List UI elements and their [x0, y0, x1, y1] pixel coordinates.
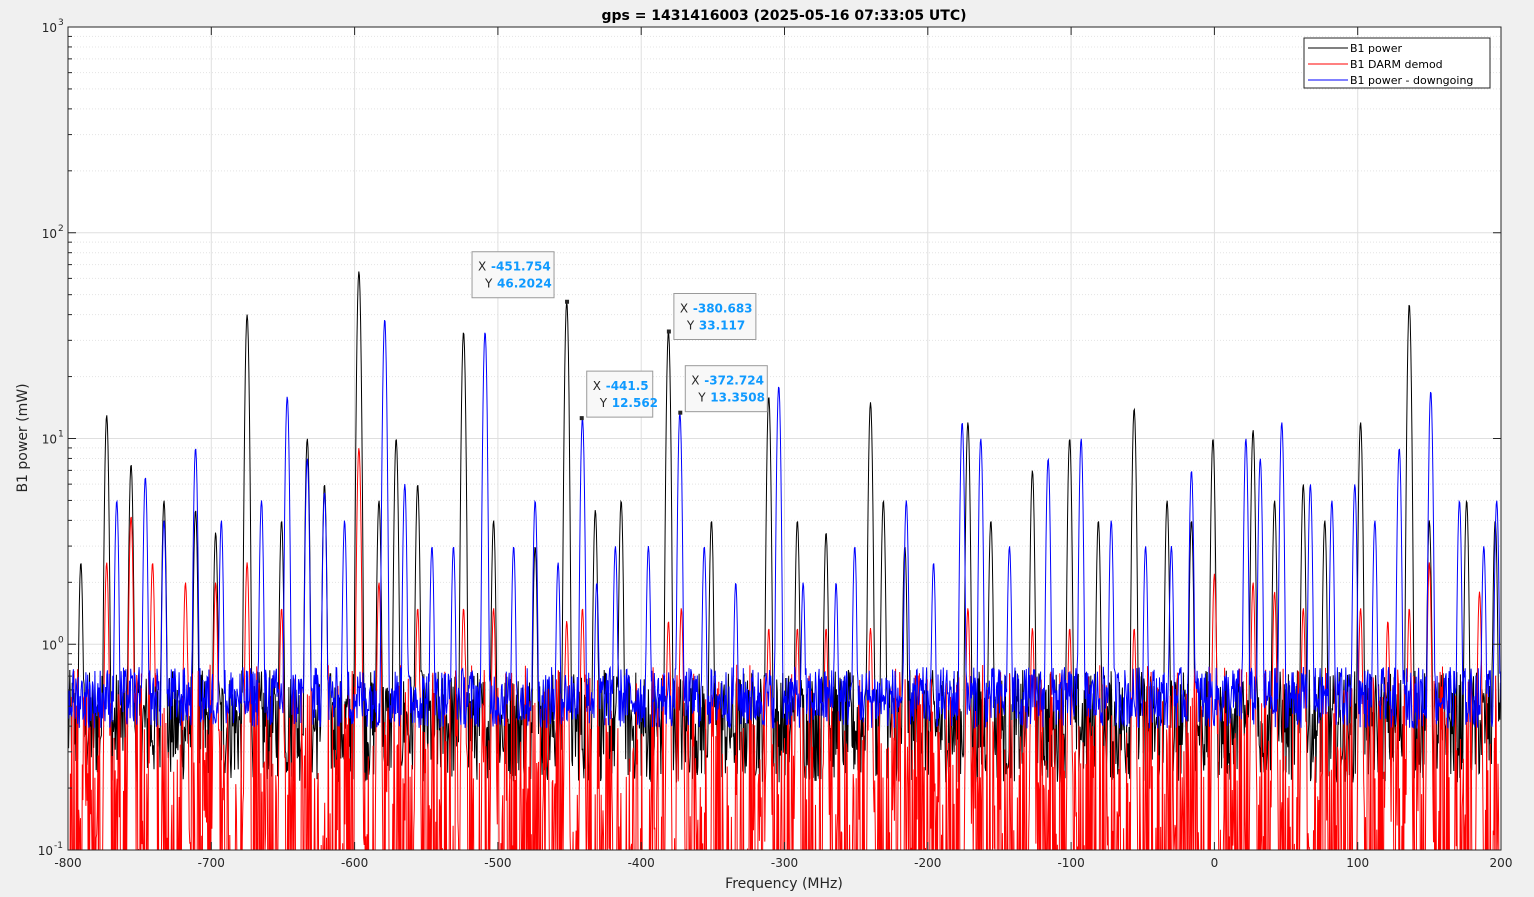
datatip-marker	[666, 329, 671, 334]
chart-title: gps = 1431416003 (2025-05-16 07:33:05 UT…	[601, 8, 966, 24]
datatip-y-value: 13.3508	[710, 391, 765, 405]
datatip-y-label: Y	[697, 391, 706, 405]
datatip-y-label: Y	[599, 396, 608, 410]
datatip-marker	[579, 416, 584, 421]
legend-label: B1 DARM demod	[1350, 58, 1443, 71]
datatip-y-value: 33.117	[699, 318, 745, 332]
datatip-box	[684, 365, 768, 413]
datatip[interactable]: X -441.5 Y 12.562	[579, 370, 658, 421]
x-tick-label: -200	[914, 856, 941, 870]
x-axis-label: Frequency (MHz)	[725, 876, 843, 892]
y-tick-label: 10	[38, 844, 53, 858]
legend-label: B1 power - downgoing	[1350, 74, 1473, 87]
x-tick-label: 100	[1346, 856, 1369, 870]
datatip-x-label: X	[478, 260, 486, 274]
x-tick-label: -400	[628, 856, 655, 870]
datatip-y-value: 12.562	[612, 396, 658, 410]
datatip-y-label: Y	[484, 277, 493, 291]
x-tick-label: 200	[1490, 856, 1513, 870]
y-tick-label: 10	[42, 638, 57, 652]
datatip-box	[673, 292, 757, 340]
datatip[interactable]: X -372.724 Y 13.3508	[678, 365, 768, 415]
x-tick-label: -800	[54, 856, 81, 870]
datatip-box	[586, 370, 654, 418]
datatip-x-value: -372.724	[704, 374, 764, 388]
y-tick-exponent: 2	[58, 224, 64, 234]
y-tick-label: 10	[42, 227, 57, 241]
x-tick-label: -100	[1057, 856, 1084, 870]
datatip[interactable]: X -380.683 Y 33.117	[666, 292, 757, 340]
y-tick-label: 10	[42, 21, 57, 35]
datatip-y-label: Y	[686, 318, 695, 332]
datatip-box	[471, 251, 555, 299]
y-tick-exponent: 1	[58, 430, 64, 440]
x-tick-label: -700	[198, 856, 225, 870]
figure: -800 -700 -600 -500 -400 -300 -200 -100 0 100 200 …	[0, 0, 1534, 897]
y-axis-label: B1 power (mW)	[15, 383, 31, 492]
x-tick-label: 0	[1211, 856, 1219, 870]
y-tick-label: 10	[42, 433, 57, 447]
datatip-x-label: X	[593, 379, 601, 393]
datatip-x-value: -441.5	[606, 379, 649, 393]
x-tick-label: -500	[484, 856, 511, 870]
datatip-y-value: 46.2024	[497, 277, 552, 291]
datatip-marker	[678, 410, 683, 415]
legend[interactable]: B1 power B1 DARM demod B1 power - downgoin…	[1303, 37, 1491, 89]
y-tick-exponent: 0	[58, 635, 64, 645]
datatip-x-label: X	[680, 301, 688, 315]
x-tick-label: -600	[341, 856, 368, 870]
datatip-x-label: X	[691, 374, 699, 388]
datatip[interactable]: X -451.754 Y 46.2024	[471, 251, 570, 304]
y-tick-exponent: 3	[58, 18, 64, 28]
datatip-marker	[565, 299, 570, 304]
y-tick-exponent: -1	[54, 841, 63, 851]
x-tick-label: -300	[771, 856, 798, 870]
legend-label: B1 power	[1350, 42, 1403, 55]
datatip-x-value: -451.754	[491, 260, 551, 274]
datatip-x-value: -380.683	[693, 301, 753, 315]
